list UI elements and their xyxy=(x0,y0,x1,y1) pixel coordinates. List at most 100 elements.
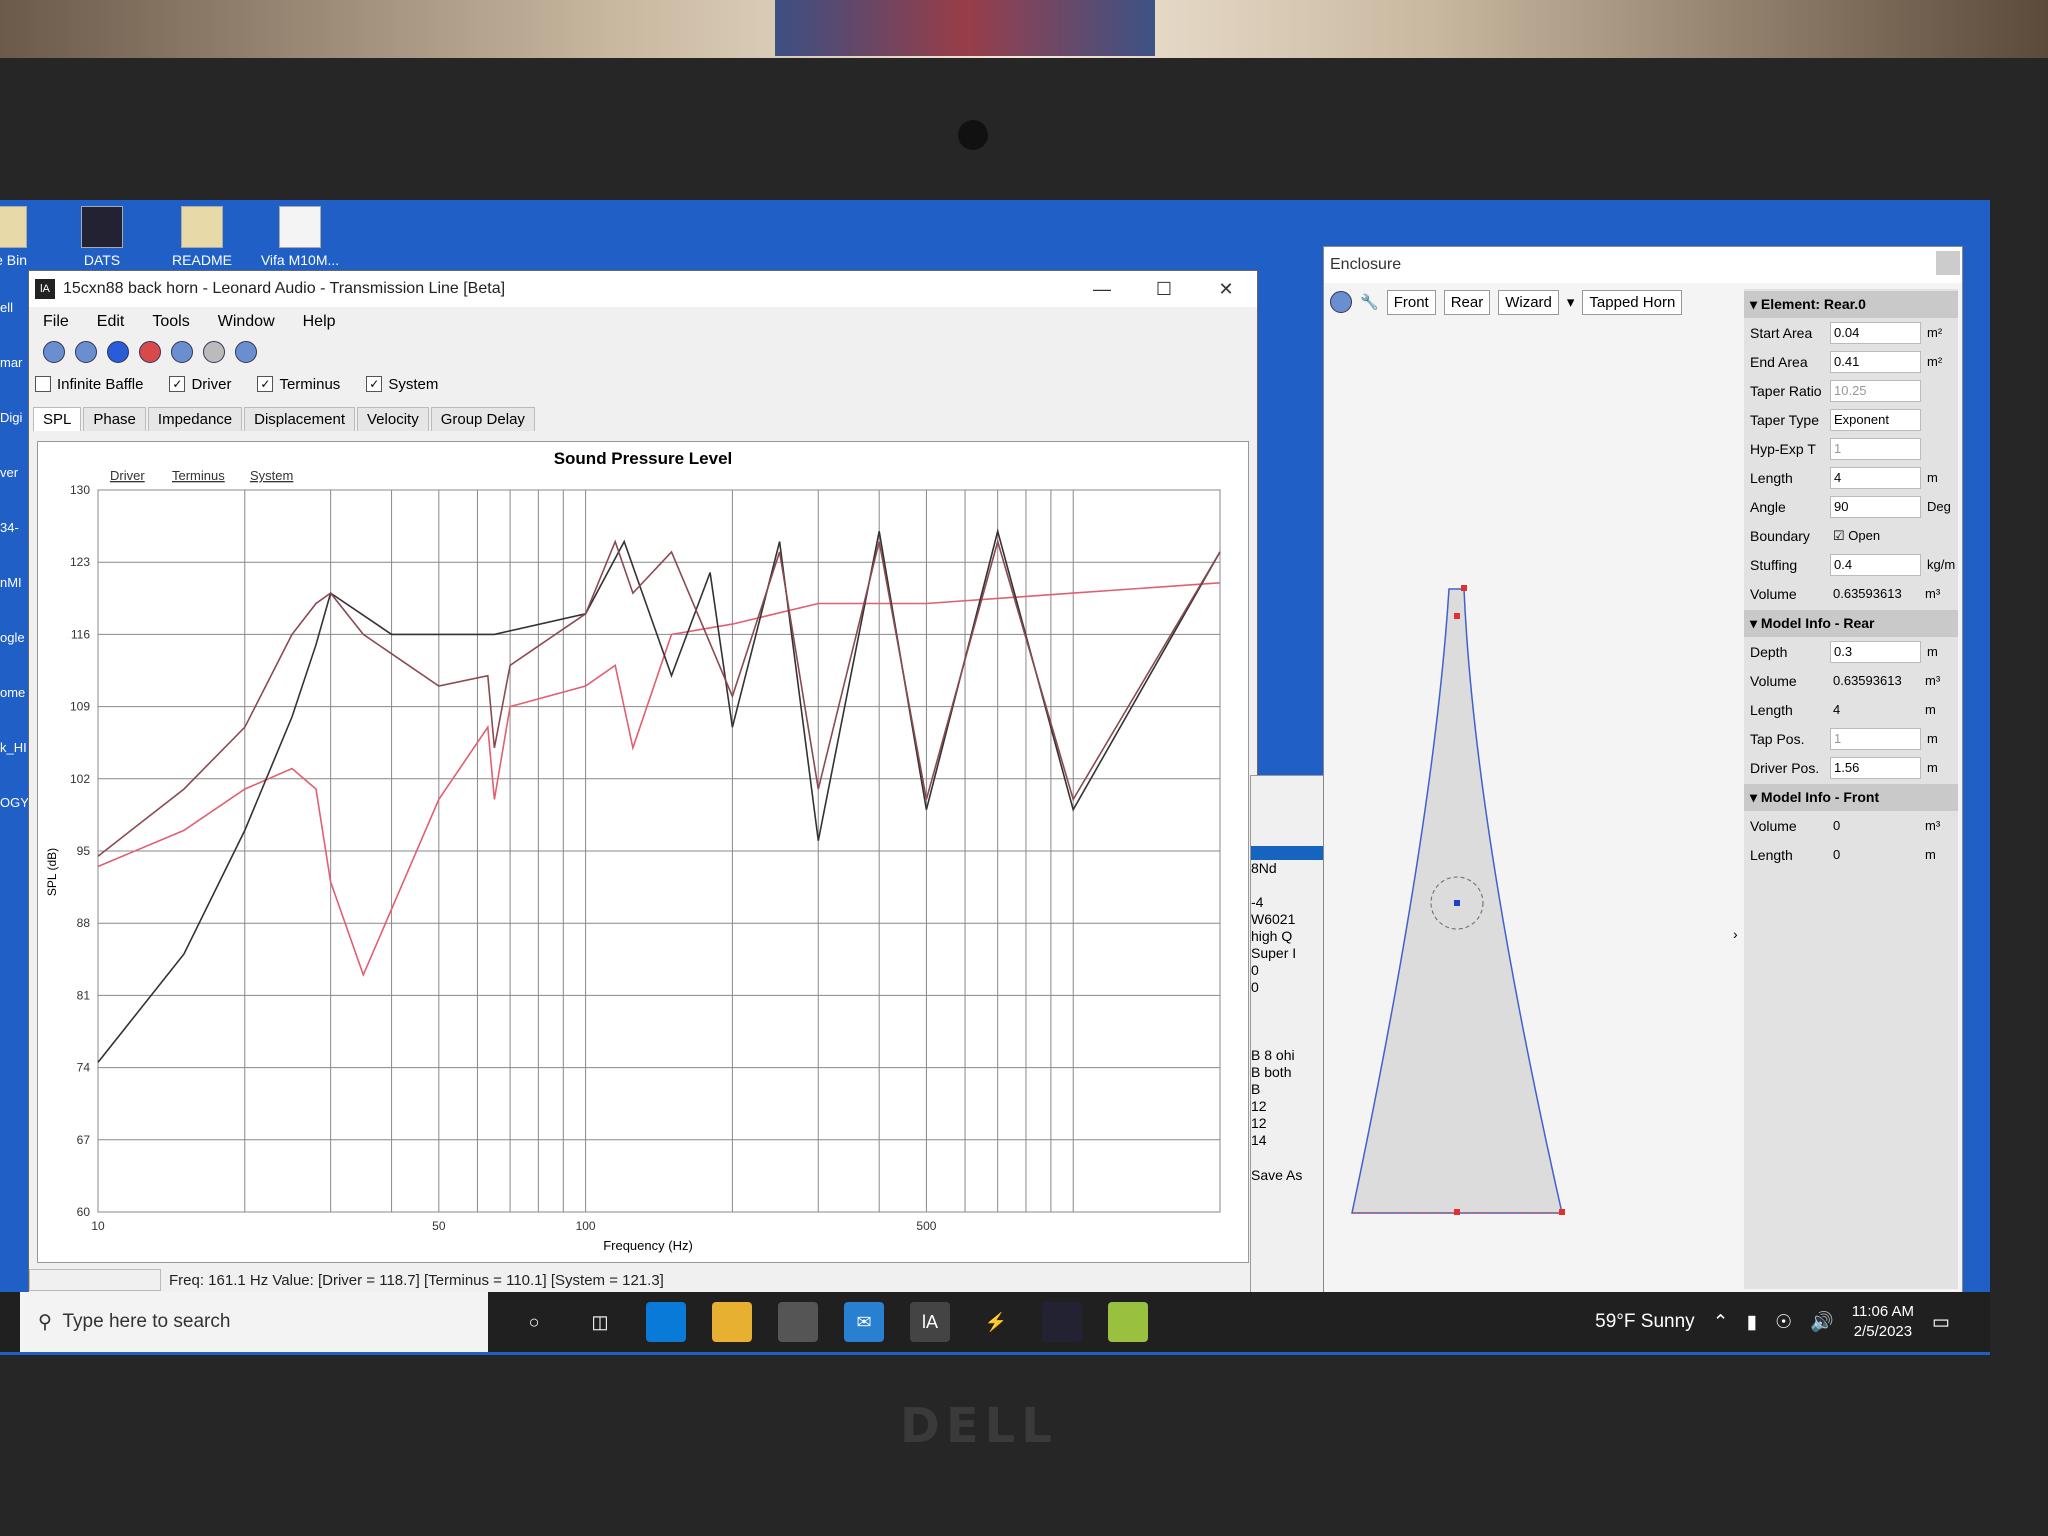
mail-icon[interactable]: ✉ xyxy=(844,1302,884,1342)
zoom-out-icon[interactable] xyxy=(75,341,97,363)
property-value[interactable]: 10.25 xyxy=(1830,379,1921,402)
zoom-in-icon[interactable] xyxy=(43,341,65,363)
play-icon[interactable] xyxy=(1330,291,1352,313)
store-icon[interactable] xyxy=(778,1302,818,1342)
property-value[interactable]: 1.56 xyxy=(1830,756,1921,779)
close-button[interactable]: ✕ xyxy=(1195,279,1257,300)
property-value[interactable]: 0.41 xyxy=(1830,350,1921,373)
element-header[interactable]: ▾ Element: Rear.0 xyxy=(1744,291,1958,318)
property-value[interactable]: 0.04 xyxy=(1830,321,1921,344)
record-blue-icon[interactable] xyxy=(107,341,129,363)
property-value[interactable]: 1 xyxy=(1830,727,1921,750)
handle-mouth-edge[interactable] xyxy=(1559,1209,1565,1215)
edge-icon[interactable] xyxy=(646,1302,686,1342)
desktop-icon-vifa[interactable]: Vifa M10M... xyxy=(254,206,346,268)
cortana-icon[interactable]: ○ xyxy=(514,1302,554,1342)
menu-edit[interactable]: Edit xyxy=(83,313,139,331)
checkmark-icon[interactable]: ✓ xyxy=(366,376,383,392)
handle-throat[interactable] xyxy=(1454,613,1460,619)
menu-window[interactable]: Window xyxy=(204,313,289,331)
spl-chart[interactable]: Sound Pressure Level Driver Terminus Syste… xyxy=(38,442,1248,1262)
forward-icon[interactable] xyxy=(203,341,225,363)
tab-displacement[interactable]: Displacement xyxy=(244,407,355,431)
task-view-icon[interactable]: ◫ xyxy=(580,1302,620,1342)
enclosure-window[interactable]: Enclosure 🔧 Front Rear Wizard ▾ Tapped H… xyxy=(1323,246,1963,1298)
front-button[interactable]: Front xyxy=(1386,289,1436,315)
weather-widget[interactable]: 59°F Sunny xyxy=(1595,1311,1695,1333)
wrench-icon[interactable]: 🔧 xyxy=(1360,293,1379,311)
property-value[interactable]: 0.63593613 xyxy=(1830,671,1919,691)
checkbox-box[interactable] xyxy=(35,376,51,392)
checkbox-driver[interactable]: ✓ Driver xyxy=(169,376,231,393)
legend-item[interactable]: Driver xyxy=(110,468,145,483)
checkbox-infinite-baffle[interactable]: Infinite Baffle xyxy=(35,376,143,393)
tab-group-delay[interactable]: Group Delay xyxy=(430,407,535,431)
checkmark-icon[interactable]: ✓ xyxy=(257,376,274,392)
checkmark-icon[interactable]: ✓ xyxy=(169,376,186,392)
driver-handle[interactable] xyxy=(1454,900,1460,906)
rear-model-header[interactable]: ▾ Model Info - Rear xyxy=(1744,610,1958,637)
notification-icon[interactable]: ▭ xyxy=(1932,1311,1950,1334)
menu-help[interactable]: Help xyxy=(289,313,350,331)
desktop-icon-dats[interactable]: DATS xyxy=(56,206,148,268)
property-value[interactable]: ☑ Open xyxy=(1830,526,1919,546)
property-value[interactable]: 1 xyxy=(1830,437,1921,460)
property-unit: m xyxy=(1925,847,1936,862)
taskbar-search[interactable]: ⚲ Type here to search xyxy=(20,1292,488,1352)
property-value[interactable]: 0.63593613 xyxy=(1830,584,1919,604)
record-red-icon[interactable] xyxy=(139,341,161,363)
tapped-horn-button[interactable]: Tapped Horn xyxy=(1582,289,1683,315)
play-icon[interactable] xyxy=(235,341,257,363)
legend-item[interactable]: Terminus xyxy=(172,468,225,483)
battery-icon[interactable]: ▮ xyxy=(1747,1311,1757,1334)
desktop-icon-recycle-bin[interactable]: cle Bin xyxy=(0,206,52,268)
checkbox-terminus[interactable]: ✓ Terminus xyxy=(257,376,340,393)
property-value[interactable]: 90 xyxy=(1830,495,1921,518)
desktop-icon-readme[interactable]: README xyxy=(156,206,248,268)
property-value[interactable]: 0.4 xyxy=(1830,553,1921,576)
tab-impedance[interactable]: Impedance xyxy=(147,407,243,431)
minimize-button[interactable]: — xyxy=(1071,279,1133,300)
front-property-row: Length 0 m xyxy=(1744,840,1958,869)
property-value[interactable]: 4 xyxy=(1830,700,1919,720)
back-icon[interactable] xyxy=(171,341,193,363)
checkbox-system[interactable]: ✓ System xyxy=(366,376,438,393)
front-model-header[interactable]: ▾ Model Info - Front xyxy=(1744,784,1958,811)
tab-spl[interactable]: SPL xyxy=(33,407,82,431)
app-taskbar-icon[interactable] xyxy=(1108,1302,1148,1342)
property-value[interactable]: Exponent xyxy=(1830,408,1921,431)
file-explorer-icon[interactable] xyxy=(712,1302,752,1342)
rear-button[interactable]: Rear xyxy=(1443,289,1491,315)
property-label: Boundary xyxy=(1750,527,1810,544)
property-value[interactable]: 0 xyxy=(1830,845,1919,865)
close-button[interactable] xyxy=(1936,251,1960,275)
spl-chart-area[interactable]: Sound Pressure Level Driver Terminus Syste… xyxy=(37,441,1249,1263)
property-value[interactable]: 0.3 xyxy=(1830,640,1921,663)
leonard-audio-taskbar-icon[interactable]: lA xyxy=(910,1302,950,1342)
menu-tools[interactable]: Tools xyxy=(138,313,203,331)
property-value[interactable]: 0 xyxy=(1830,816,1919,836)
wizard-button[interactable]: Wizard xyxy=(1498,289,1559,315)
y-tick-label: 102 xyxy=(70,772,90,786)
legend-item[interactable]: System xyxy=(250,468,293,483)
clock[interactable]: 11:06 AM 2/5/2023 xyxy=(1852,1302,1914,1342)
property-value[interactable]: 4 xyxy=(1830,466,1921,489)
handle-top[interactable] xyxy=(1461,585,1467,591)
y-tick-label: 67 xyxy=(77,1133,91,1147)
maximize-button[interactable]: ☐ xyxy=(1133,279,1195,300)
lightning-icon[interactable]: ⚡ xyxy=(976,1302,1016,1342)
expand-panel-icon[interactable]: › xyxy=(1733,926,1738,942)
handle-mouth-center[interactable] xyxy=(1454,1209,1460,1215)
tab-velocity[interactable]: Velocity xyxy=(357,407,429,431)
chevron-up-icon[interactable]: ⌃ xyxy=(1713,1311,1729,1334)
horn-shape-canvas[interactable]: › xyxy=(1324,323,1744,1223)
chevron-down-icon[interactable]: ▾ xyxy=(1567,293,1575,311)
leonard-audio-window[interactable]: lA 15cxn88 back horn - Leonard Audio - T… xyxy=(28,270,1258,1294)
volume-icon[interactable]: 🔊 xyxy=(1810,1310,1834,1334)
dats-taskbar-icon[interactable] xyxy=(1042,1302,1082,1342)
title-bar[interactable]: lA 15cxn88 back horn - Leonard Audio - T… xyxy=(29,271,1257,307)
tab-phase[interactable]: Phase xyxy=(83,407,146,431)
network-icon[interactable]: ☉ xyxy=(1775,1311,1792,1334)
search-icon: ⚲ xyxy=(38,1311,63,1333)
menu-file[interactable]: File xyxy=(29,313,83,331)
